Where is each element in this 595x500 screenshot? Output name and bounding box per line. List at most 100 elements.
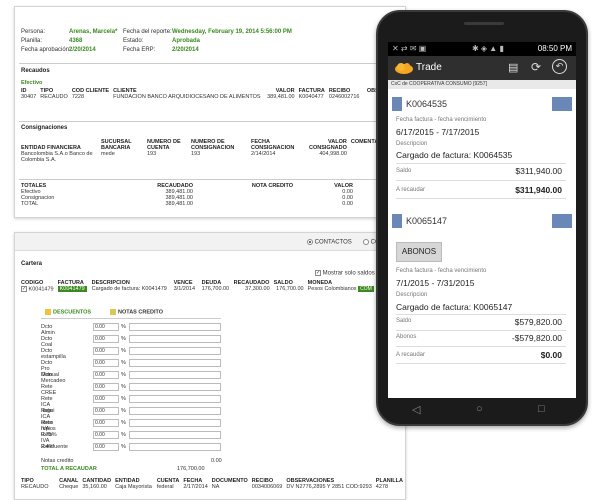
cell: 404,998.00 xyxy=(319,151,347,157)
fecha-label: Fecha factura - fecha vencimiento xyxy=(396,117,487,123)
refresh-icon[interactable]: ⟳ xyxy=(531,60,541,74)
persona-label: Persona: xyxy=(21,29,46,35)
discount-percent-input[interactable] xyxy=(129,419,221,427)
recaudar-label: A recaudar xyxy=(396,352,426,358)
radio-icon xyxy=(307,239,313,245)
trade-logo-icon xyxy=(395,63,413,74)
discount-amount-input[interactable]: 0.00 xyxy=(93,407,119,415)
percent-sign: % xyxy=(121,444,126,450)
percent-sign: % xyxy=(121,408,126,414)
cell: RECAUDO xyxy=(21,484,49,490)
discount-label: Retefuente xyxy=(41,444,68,450)
cell: Pesos Colombianos COM xyxy=(306,286,376,292)
percent-sign: % xyxy=(121,420,126,426)
discount-percent-input[interactable] xyxy=(129,443,221,451)
cell: ✓ K0041479 xyxy=(19,286,56,292)
persona-value: Arenas, Marcela* xyxy=(69,29,118,35)
discount-amount-input[interactable]: 0.00 xyxy=(93,431,119,439)
discount-percent-input[interactable] xyxy=(129,407,221,415)
cell: 2/14/2014 xyxy=(251,151,276,157)
phone-earpiece xyxy=(464,22,504,25)
fecha-reporte-value: Wednesday, February 19, 2014 5:56:00 PM xyxy=(172,29,292,35)
divider xyxy=(396,314,566,315)
discount-amount-input[interactable]: 0.00 xyxy=(93,443,119,451)
notification-icons: ✕ ⇄ ✉ ▣ xyxy=(392,44,427,53)
recents-nav-icon[interactable]: □ xyxy=(538,403,545,415)
col-header: NUMERO DE CONSIGNACION xyxy=(191,139,235,151)
cell: K0041479 xyxy=(56,286,90,292)
cell: 2/17/2014 xyxy=(183,484,208,490)
col-header: SUCURSAL BANCARIA xyxy=(101,139,132,151)
discount-amount-input[interactable]: 0.00 xyxy=(93,323,119,331)
com-button[interactable]: COM xyxy=(358,286,374,292)
descripcion-value: Cargado de factura: K0065147 xyxy=(396,302,513,312)
total-recaudar-value: 176,700.00 xyxy=(177,466,205,472)
discount-amount-input[interactable]: 0.00 xyxy=(93,371,119,379)
discount-label: Dcto Mercadeo xyxy=(41,372,66,384)
tab-descuentos[interactable]: DESCUENTOS xyxy=(45,309,91,315)
checkbox-icon[interactable]: ✓ xyxy=(21,286,27,292)
fecha-value: 6/17/2015 - 7/17/2015 xyxy=(396,127,480,137)
cell: Bancolombia S.A.o Banco de Colombia S.A. xyxy=(21,151,93,163)
saldo-label: Saldo xyxy=(396,318,412,324)
tab-contactos[interactable]: CONTACTOS xyxy=(307,239,352,246)
recaudar-value[interactable]: $311,940.00 xyxy=(515,185,562,195)
cell: FUNDACION BANCO ARQUIDIOCESANO DE ALIMEN… xyxy=(113,94,261,100)
divider xyxy=(19,121,403,122)
descripcion-value: Cargado de factura: K0064535 xyxy=(396,150,513,160)
radio-icon xyxy=(363,239,369,245)
discount-amount-input[interactable]: 0.00 xyxy=(93,419,119,427)
table-row: RECAUDO Cheque 35,160.00 Caja Mayorista … xyxy=(19,484,405,490)
discount-percent-input[interactable] xyxy=(129,359,221,367)
discount-percent-input[interactable] xyxy=(129,347,221,355)
home-nav-icon[interactable]: ○ xyxy=(476,403,483,415)
percent-sign: % xyxy=(121,324,126,330)
cell: TOTAL xyxy=(21,201,39,207)
cell: 389,481.00 xyxy=(165,201,193,207)
discount-percent-input[interactable] xyxy=(129,371,221,379)
discount-amount-input[interactable]: 0.00 xyxy=(93,335,119,343)
discount-percent-input[interactable] xyxy=(129,431,221,439)
discount-amount-input[interactable]: 0.00 xyxy=(93,359,119,367)
mostrar-saldos-toggle[interactable]: ✓ Mostrar solo saldos xyxy=(315,270,375,277)
abonos-button[interactable]: ABONOS xyxy=(396,242,442,262)
efectivo-label: Efectivo xyxy=(21,80,43,86)
saldo-value: $579,820.00 xyxy=(514,317,562,327)
invoice-card-header[interactable]: K0064535 xyxy=(392,97,572,111)
discount-percent-input[interactable] xyxy=(129,395,221,403)
cash-register-icon[interactable]: ▤ xyxy=(508,61,518,74)
app-title: Trade xyxy=(416,62,442,73)
recaudar-value[interactable]: $0.00 xyxy=(541,350,562,360)
discount-amount-input[interactable]: 0.00 xyxy=(93,383,119,391)
discount-amount-input[interactable]: 0.00 xyxy=(93,347,119,355)
mostrar-saldos-label: Mostrar solo saldos xyxy=(322,270,375,277)
divider xyxy=(396,330,566,331)
back-icon[interactable]: ↶ xyxy=(552,59,567,74)
status-bar: ✕ ⇄ ✉ ▣ ✱ ◈ ▲ ▮ 08:50 PM xyxy=(388,42,576,56)
cell: DV N2776,2895 Y 2851 COD:9293 xyxy=(286,484,372,490)
cell: 3/1/2014 xyxy=(173,286,196,292)
fecha-label: Fecha factura - fecha vencimiento xyxy=(396,268,487,274)
invoice-card-header[interactable]: K0065147 xyxy=(392,214,572,228)
percent-sign: % xyxy=(121,360,126,366)
discount-amount-input[interactable]: 0.00 xyxy=(93,395,119,403)
table-row[interactable]: ✓ K0041479 K0041479 Cargado de factura: … xyxy=(19,286,376,292)
tab-notas-credito[interactable]: NOTAS CREDITO xyxy=(110,309,163,315)
cell: 0246002716 xyxy=(328,94,360,100)
discount-percent-input[interactable] xyxy=(129,335,221,343)
recaudos-title: Recaudos xyxy=(21,68,50,74)
cell: 389,481.00 xyxy=(267,94,295,100)
discount-icon xyxy=(45,309,51,315)
back-nav-icon[interactable]: ◁ xyxy=(412,403,420,416)
fecha-aprobacion-value: 2/20/2014 xyxy=(69,47,96,53)
planilla-label: Planilla: xyxy=(21,38,43,44)
cxc-subtitle: CxC de COOPERATIVA CONSUMO [9257] xyxy=(388,80,576,89)
discount-percent-input[interactable] xyxy=(129,383,221,391)
invoice-highlight[interactable]: K0041479 xyxy=(57,286,87,292)
discount-percent-input[interactable] xyxy=(129,323,221,331)
cell xyxy=(195,201,295,207)
fecha-aprobacion-label: Fecha aprobación: xyxy=(21,47,71,53)
percent-sign: % xyxy=(121,372,126,378)
cartera-panel: CONTACTOS CO Cartera ✓ Mostrar solo sald… xyxy=(14,232,406,500)
fecha-erp-label: Fecha ERP: xyxy=(123,47,156,53)
